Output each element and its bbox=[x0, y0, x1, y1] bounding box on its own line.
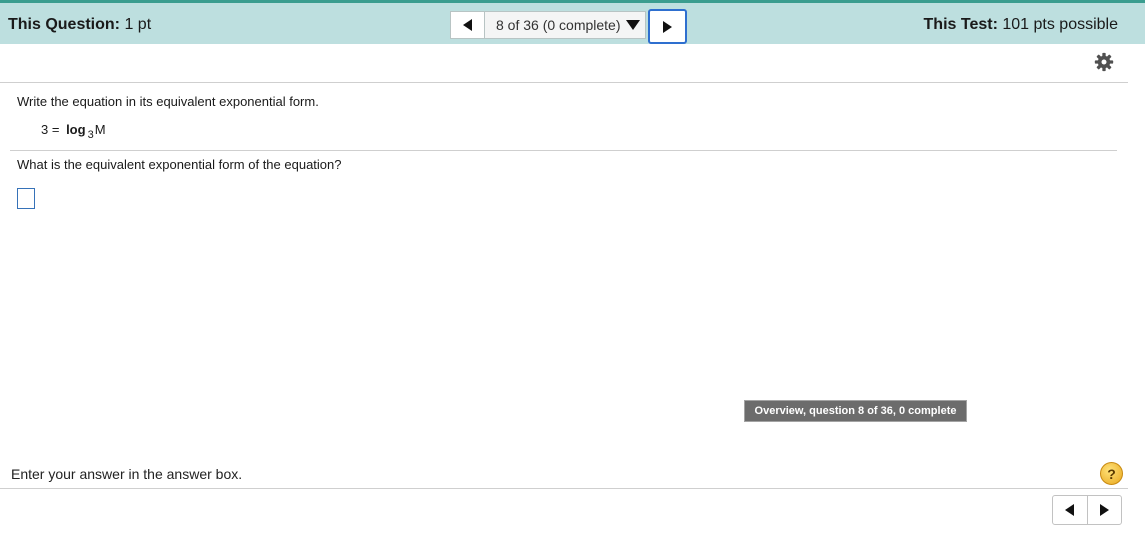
test-points-value: 101 pts possible bbox=[1002, 16, 1118, 33]
previous-question-button[interactable] bbox=[450, 11, 484, 39]
question-overview-status: 8 of 36 (0 complete) bbox=[496, 17, 621, 33]
divider bbox=[0, 82, 1128, 83]
dropdown-caret-icon bbox=[625, 20, 640, 30]
equation-lhs: 3 = bbox=[41, 122, 60, 137]
bottom-previous-button[interactable] bbox=[1053, 496, 1087, 524]
divider bbox=[0, 488, 1128, 489]
equation-base: 3 bbox=[87, 129, 94, 141]
test-points-label: This Test: bbox=[923, 16, 998, 33]
subquestion-text: What is the equivalent exponential form … bbox=[17, 157, 342, 172]
equation-log: log bbox=[66, 122, 86, 137]
question-overview-dropdown[interactable]: 8 of 36 (0 complete) bbox=[484, 11, 646, 39]
bottom-next-button[interactable] bbox=[1086, 496, 1122, 524]
bottom-navigation bbox=[1052, 495, 1122, 525]
question-prompt: Write the equation in its equivalent exp… bbox=[17, 94, 319, 109]
overview-tooltip: Overview, question 8 of 36, 0 complete bbox=[744, 400, 967, 422]
divider bbox=[10, 150, 1117, 151]
test-points: This Test: 101 pts possible bbox=[924, 16, 1118, 34]
test-header: This Question: 1 pt 8 of 36 (0 complete)… bbox=[0, 3, 1145, 44]
prev-arrow-icon bbox=[1065, 504, 1075, 516]
question-points-label: This Question: bbox=[8, 16, 120, 33]
next-arrow-icon bbox=[663, 20, 672, 33]
equation: 3 = log 3M bbox=[41, 122, 106, 141]
equation-arg: M bbox=[94, 122, 106, 137]
next-arrow-icon bbox=[1099, 504, 1109, 516]
help-icon[interactable]: ? bbox=[1100, 462, 1123, 485]
next-question-button[interactable] bbox=[648, 9, 687, 44]
gear-icon[interactable] bbox=[1094, 52, 1114, 72]
question-points: This Question: 1 pt bbox=[8, 16, 151, 34]
prev-arrow-icon bbox=[463, 19, 472, 31]
question-points-value: 1 pt bbox=[124, 16, 152, 33]
answer-input[interactable] bbox=[17, 188, 35, 209]
answer-instruction: Enter your answer in the answer box. bbox=[11, 466, 243, 482]
